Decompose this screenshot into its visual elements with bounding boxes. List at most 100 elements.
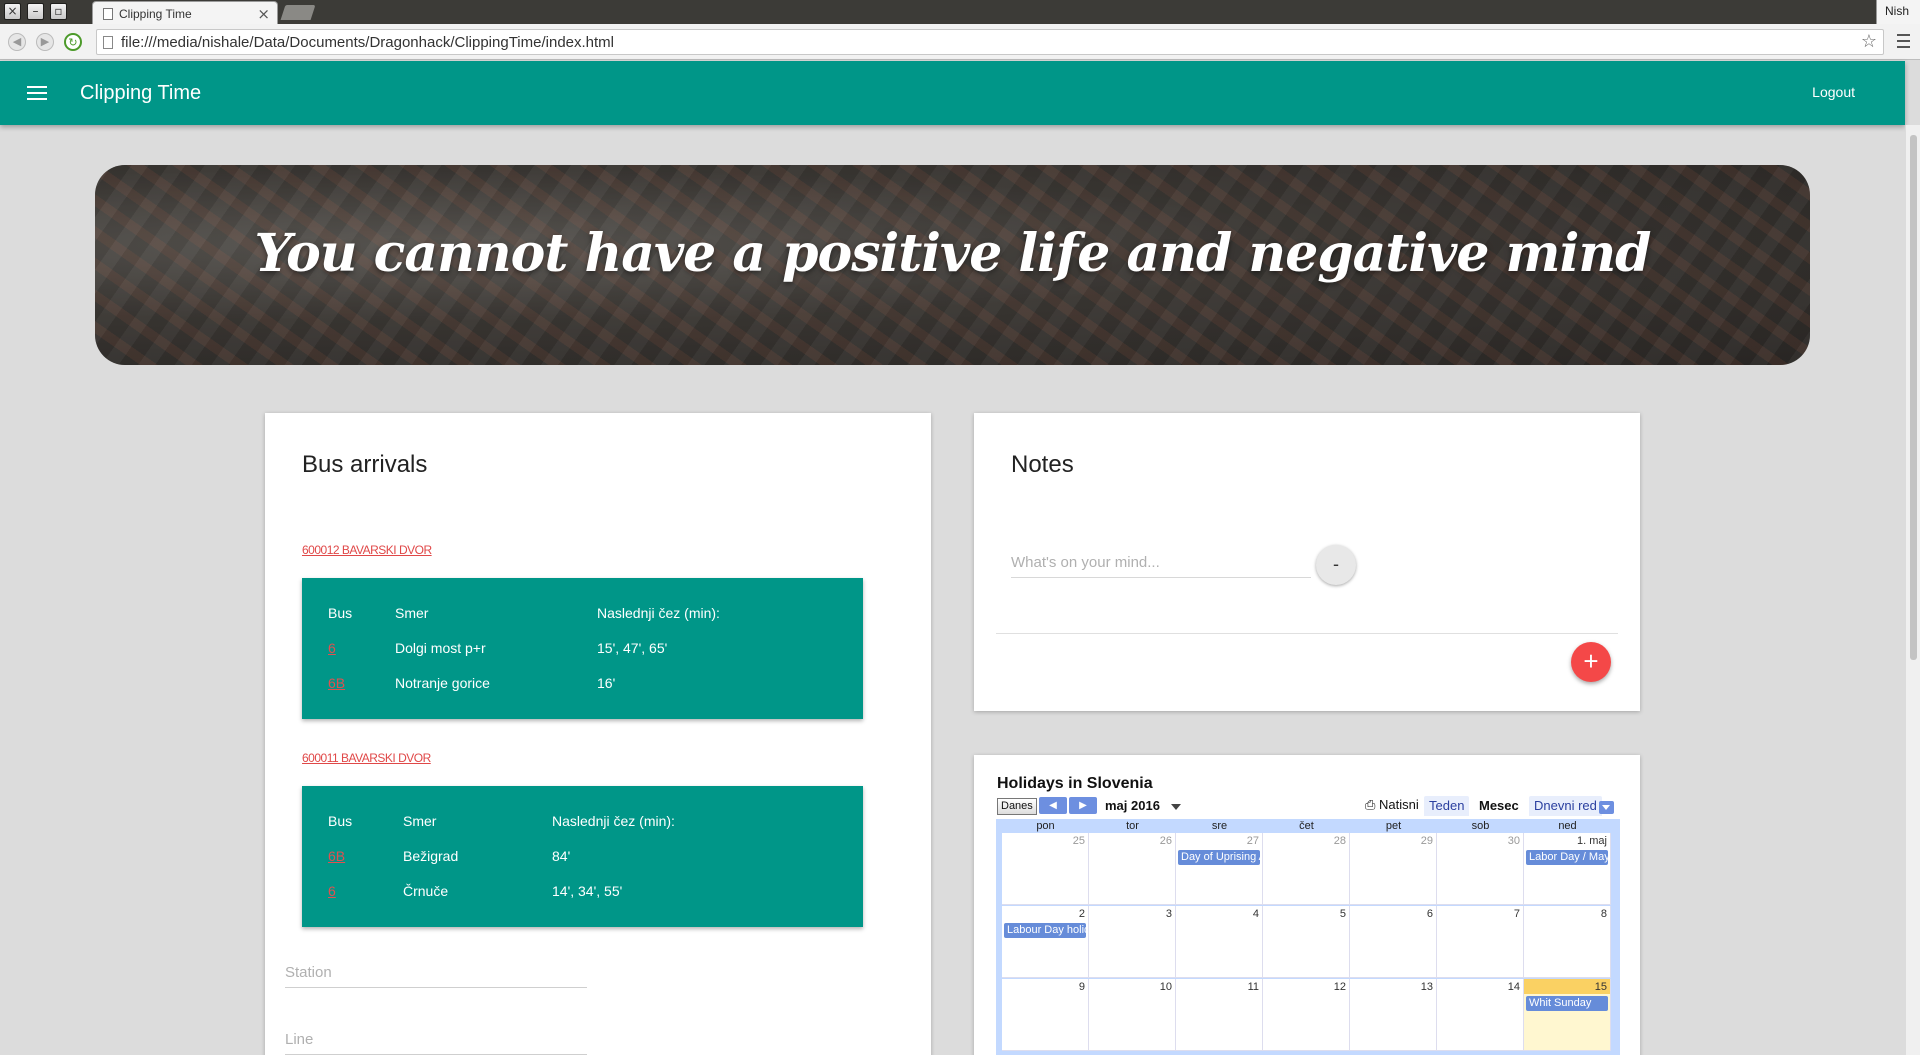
calendar-view-month[interactable]: Mesec [1474,796,1524,816]
browser-menu-icon[interactable] [1897,34,1910,48]
remove-note-button[interactable]: - [1316,545,1356,585]
calendar-day-number: 13 [1420,981,1433,993]
address-bar[interactable]: file:///media/nishale/Data/Documents/Dra… [96,29,1884,55]
back-icon[interactable]: ◀ [8,33,26,51]
header-direction: Smer [395,605,429,621]
calendar-month-dropdown-icon[interactable] [1171,804,1181,810]
calendar-day-number: 27 [1246,835,1259,847]
calendar-day-cell[interactable]: 2 Labour Day holiday [1002,906,1089,978]
calendar-day-number: 26 [1159,835,1172,847]
profile-name[interactable]: Nish [1876,0,1920,24]
bus-times: 14', 34', 55' [552,883,623,899]
calendar-day-number: 3 [1165,908,1172,920]
reload-icon[interactable]: ↻ [64,33,82,51]
calendar-day-cell[interactable]: 26 [1089,833,1176,905]
calendar-day-cell[interactable]: 14 [1437,979,1524,1051]
calendar-day-number: 28 [1333,835,1346,847]
calendar-day-cell[interactable]: 8 [1524,906,1611,978]
calendar-day-cell[interactable]: 9 [1002,979,1089,1051]
calendar-title: Holidays in Slovenia [997,775,1153,792]
page-icon [103,8,113,20]
header-bus: Bus [328,605,353,621]
calendar-day-cell[interactable]: 4 [1176,906,1263,978]
calendar-grid: pon tor sre čet pet sob ned 25 26 27 Day of Uprisi… [996,819,1620,1055]
calendar-next-icon[interactable]: ▶ [1069,797,1097,814]
line-input[interactable]: Line [285,1027,587,1055]
print-label: Natisni [1379,797,1419,812]
bus-line-link[interactable]: 6 [328,883,336,899]
calendar-event[interactable]: Day of Uprising Against Occupation [1178,850,1260,865]
bus-direction: Dolgi most p+r [395,640,486,656]
calendar-day-number: 6 [1426,908,1433,920]
bus-line-link[interactable]: 6B [328,848,345,864]
calendar-day-cell[interactable]: 12 [1263,979,1350,1051]
menu-icon[interactable] [27,86,47,100]
bus-direction: Notranje gorice [395,675,490,691]
calendar-today-button[interactable]: Danes [997,798,1037,815]
calendar-dayname: pon [1036,820,1055,832]
calendar-day-cell[interactable]: 1. maj Labor Day / May Day [1524,833,1611,905]
calendar-view-agenda[interactable]: Dnevni red [1529,796,1602,816]
new-tab-button[interactable] [280,5,316,20]
calendar-day-cell[interactable]: 30 [1437,833,1524,905]
calendar-day-cell[interactable]: 29 [1350,833,1437,905]
calendar-dayname: sob [1471,820,1490,832]
calendar-day-cell[interactable]: 27 Day of Uprising Against Occupation [1176,833,1263,905]
calendar-day-number: 1. maj [1577,835,1607,847]
header-bus: Bus [328,813,353,829]
window-maximize-icon[interactable]: ▫ [50,3,67,20]
scrollbar-thumb[interactable] [1910,135,1917,660]
calendar-day-number: 11 [1247,981,1259,993]
calendar-day-number: 4 [1252,908,1259,920]
notes-title: Notes [1011,451,1074,478]
browser-titlebar: × – ▫ Clipping Time × Nish [0,0,1920,25]
calendar-event[interactable]: Whit Sunday [1526,996,1608,1011]
hero-banner: You cannot have a positive life and nega… [95,165,1810,365]
url-text[interactable]: file:///media/nishale/Data/Documents/Dra… [121,34,614,51]
calendar-month: maj 2016 [1105,798,1160,813]
window-close-icon[interactable]: × [4,3,21,20]
calendar-dayname: sre [1211,820,1228,832]
calendar-day-cell[interactable]: 11 [1176,979,1263,1051]
calendar-day-cell[interactable]: 6 [1350,906,1437,978]
forward-icon[interactable]: ▶ [36,33,54,51]
calendar-day-number: 14 [1507,981,1520,993]
station-input[interactable]: Station [285,960,587,988]
bus-table: Bus Smer Naslednji čez (min): 6B Bežigra… [302,786,863,927]
bus-line-link[interactable]: 6 [328,640,336,656]
calendar-event[interactable]: Labour Day holiday [1004,923,1086,938]
calendar-day-number: 30 [1507,835,1520,847]
calendar-day-cell[interactable]: 13 [1350,979,1437,1051]
calendar-event[interactable]: Labor Day / May Day [1526,850,1608,865]
calendar-day-cell[interactable]: 7 [1437,906,1524,978]
calendar-print-button[interactable]: ⎙ Natisni [1365,797,1419,813]
calendar-day-cell[interactable]: 10 [1089,979,1176,1051]
bookmark-star-icon[interactable]: ☆ [1861,31,1877,52]
calendar-day-cell[interactable]: 5 [1263,906,1350,978]
line-placeholder: Line [285,1031,314,1048]
calendar-view-week[interactable]: Teden [1424,796,1470,816]
calendar-dayname: pet [1385,820,1402,832]
calendar-dayname: čet [1299,820,1314,832]
station-link[interactable]: 600012 BAVARSKI DVOR [302,543,432,557]
calendar-day-number: 7 [1513,908,1520,920]
bus-line-link[interactable]: 6B [328,675,345,691]
note-input[interactable]: What's on your mind... [1011,550,1311,578]
window-minimize-icon[interactable]: – [27,3,44,20]
bus-times: 16' [597,675,616,691]
bus-direction: Črnuče [403,883,449,899]
calendar-day-cell[interactable]: 28 [1263,833,1350,905]
logout-button[interactable]: Logout [1812,84,1855,100]
station-link[interactable]: 600011 BAVARSKI DVOR [302,751,431,765]
calendar-day-cell[interactable]: 15 Whit Sunday [1524,979,1611,1051]
app-title: Clipping Time [80,82,202,104]
calendar-day-cell[interactable]: 25 [1002,833,1089,905]
browser-tab[interactable]: Clipping Time × [92,1,278,25]
calendar-prev-icon[interactable]: ◀ [1039,797,1067,814]
calendar-view-dropdown-icon[interactable] [1599,801,1614,814]
add-note-button[interactable]: + [1571,642,1611,682]
calendar-day-number: 25 [1072,835,1085,847]
tab-close-icon[interactable]: × [257,5,270,23]
calendar-day-cell[interactable]: 3 [1089,906,1176,978]
page-scrollbar[interactable] [1905,125,1920,1055]
